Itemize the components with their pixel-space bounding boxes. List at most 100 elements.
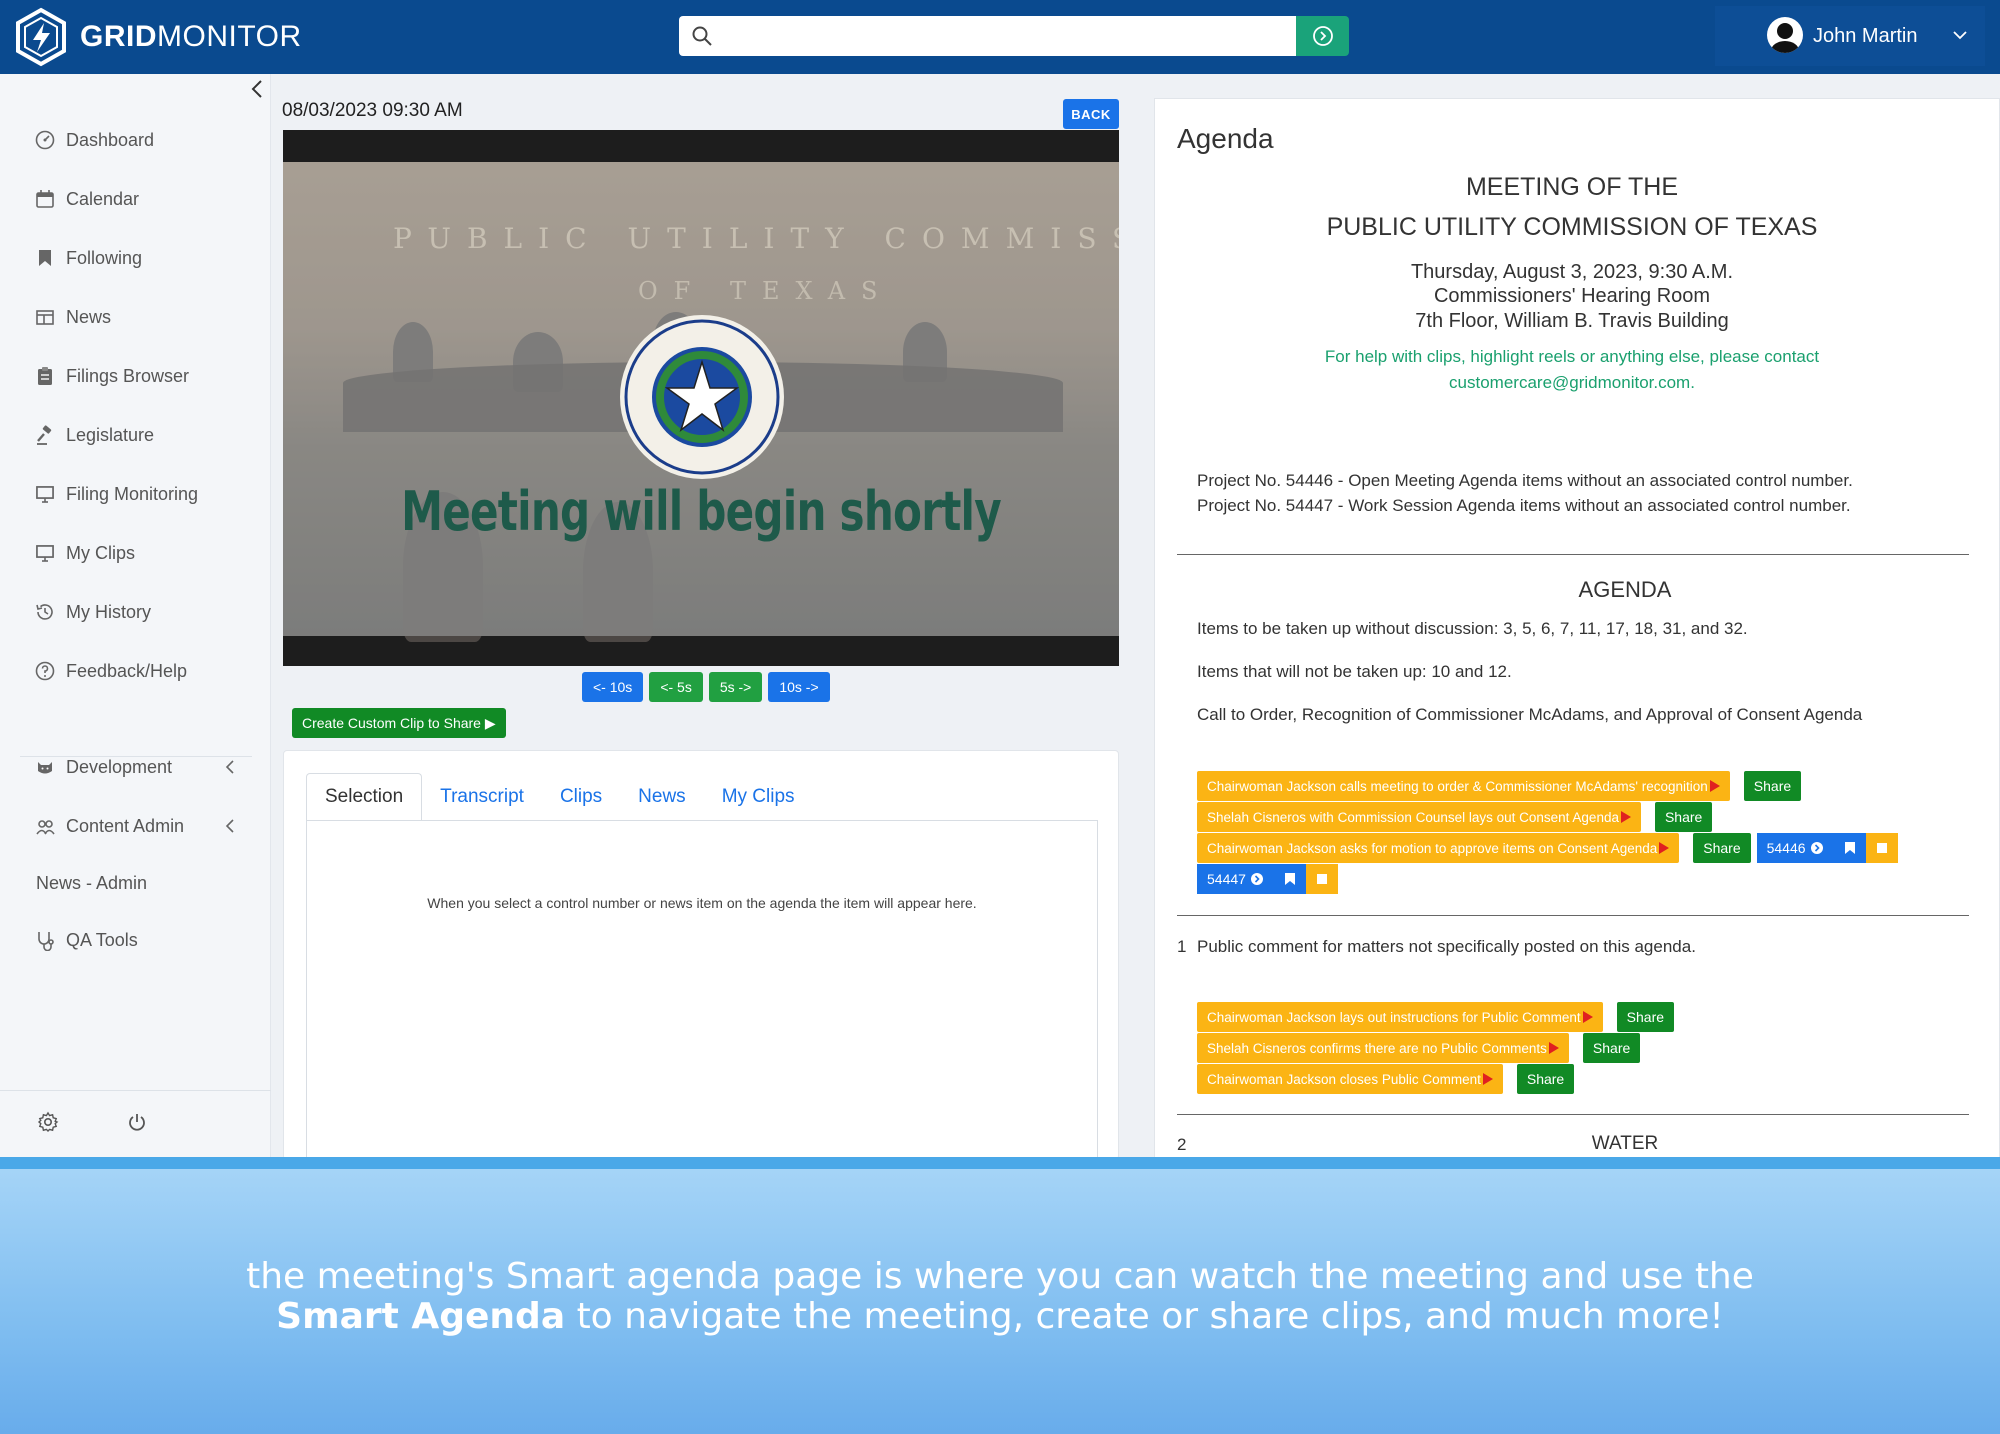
bookmark-button[interactable] bbox=[1833, 833, 1866, 863]
sidebar-item-news-admin[interactable]: News - Admin bbox=[36, 873, 147, 894]
skip-forward-10-button[interactable]: 10s -> bbox=[768, 672, 830, 702]
dashboard-icon bbox=[35, 130, 55, 150]
control-number-link[interactable]: 54446 bbox=[1756, 833, 1834, 863]
tab-transcript[interactable]: Transcript bbox=[422, 773, 542, 821]
agenda-section-heading: AGENDA bbox=[1578, 577, 1672, 602]
sidebar-item-label: Content Admin bbox=[66, 815, 185, 836]
monitor-icon bbox=[36, 486, 54, 503]
tab-clips[interactable]: Clips bbox=[542, 773, 620, 821]
sidebar-divider bbox=[20, 756, 252, 757]
search-submit-button[interactable] bbox=[1296, 16, 1349, 56]
arrow-circle-right-icon bbox=[1810, 842, 1823, 854]
help-email-link[interactable]: customercare@gridmonitor.com. bbox=[1177, 373, 1967, 393]
bookmark-button[interactable] bbox=[1273, 864, 1306, 894]
project-line-2: Project No. 54447 - Work Session Agenda … bbox=[1197, 496, 1851, 515]
meeting-title-line1: MEETING OF THE bbox=[1465, 173, 1679, 201]
sidebar-item-qa-tools[interactable]: QA Tools bbox=[34, 929, 138, 951]
sidebar-item-label: My Clips bbox=[66, 542, 136, 563]
share-button[interactable]: Share bbox=[1654, 802, 1713, 832]
agenda-divider bbox=[1177, 1114, 1969, 1115]
sidebar-collapse-icon[interactable] bbox=[248, 78, 266, 100]
sidebar-item-filing-monitoring[interactable]: Filing Monitoring bbox=[34, 483, 198, 505]
sidebar-item-label: Feedback/Help bbox=[66, 660, 188, 681]
agenda-clip[interactable]: Chairwoman Jackson asks for motion to ap… bbox=[1197, 833, 1680, 863]
clip-row: Chairwoman Jackson lays out instructions… bbox=[1197, 1002, 1675, 1032]
meeting-room: Commissioners' Hearing Room bbox=[1433, 285, 1711, 307]
chevron-left-icon[interactable] bbox=[222, 758, 238, 776]
power-icon[interactable] bbox=[126, 1111, 148, 1133]
skip-forward-5-button[interactable]: 5s -> bbox=[708, 672, 763, 702]
play-icon bbox=[1548, 1042, 1559, 1054]
share-button[interactable]: Share bbox=[1582, 1033, 1641, 1063]
meeting-date: Thursday, August 3, 2023, 9:30 A.M. bbox=[1410, 261, 1734, 283]
caption-banner: the meeting's Smart agenda page is where… bbox=[0, 1169, 2000, 1434]
sidebar-item-development[interactable]: Development bbox=[34, 756, 172, 778]
sidebar-footer bbox=[0, 1090, 271, 1160]
note-button[interactable] bbox=[1865, 833, 1898, 863]
sidebar-item-label: Development bbox=[66, 756, 173, 777]
brand-name: GRIDMONITOR bbox=[80, 20, 302, 53]
chevron-down-icon bbox=[1953, 31, 1967, 40]
skip-back-5-button[interactable]: <- 5s bbox=[649, 672, 703, 702]
sidebar-item-dashboard[interactable]: Dashboard bbox=[34, 129, 154, 151]
sidebar-item-news[interactable]: News bbox=[34, 306, 111, 328]
share-button[interactable]: Share bbox=[1743, 771, 1802, 801]
share-button[interactable]: Share bbox=[1616, 1002, 1675, 1032]
caption-text: the meeting's Smart agenda page is where… bbox=[246, 1256, 1754, 1337]
history-icon bbox=[36, 604, 53, 620]
tab-bar: Selection Transcript Clips News My Clips bbox=[306, 773, 813, 821]
top-bar: GRIDMONITOR John Martin bbox=[0, 0, 2000, 74]
control-number-link[interactable]: 54447 bbox=[1197, 864, 1274, 894]
caption-divider bbox=[0, 1157, 2000, 1169]
sidebar-item-filings-browser[interactable]: Filings Browser bbox=[34, 365, 189, 387]
user-name: John Martin bbox=[1813, 24, 1918, 47]
agenda-clip[interactable]: Shelah Cisneros confirms there are no Pu… bbox=[1197, 1033, 1569, 1063]
gear-icon[interactable] bbox=[37, 1111, 59, 1133]
bookmark-icon bbox=[1284, 873, 1295, 885]
note-button[interactable] bbox=[1305, 864, 1338, 894]
video-frame: PUBLIC UTILITY COMMISSION OF TEXAS Meeti… bbox=[283, 162, 1119, 642]
monitor-icon bbox=[36, 545, 54, 562]
sidebar-item-label: My History bbox=[66, 601, 151, 622]
user-silhouette-icon bbox=[1771, 23, 1799, 53]
avatar bbox=[1767, 17, 1803, 53]
call-to-order-item: Call to Order, Recognition of Commission… bbox=[1197, 705, 1863, 724]
clip-row: 54447 bbox=[1197, 864, 1338, 894]
share-button[interactable]: Share bbox=[1516, 1064, 1575, 1094]
sidebar-item-label: QA Tools bbox=[66, 929, 138, 950]
sidebar-item-feedback-help[interactable]: Feedback/Help bbox=[34, 660, 187, 682]
tab-news[interactable]: News bbox=[620, 773, 704, 821]
share-button[interactable]: Share bbox=[1693, 833, 1751, 863]
chevron-left-icon[interactable] bbox=[222, 817, 238, 835]
tab-my-clips[interactable]: My Clips bbox=[704, 773, 813, 821]
play-icon bbox=[1482, 1073, 1493, 1085]
agenda-clip[interactable]: Chairwoman Jackson closes Public Comment bbox=[1197, 1064, 1503, 1094]
no-discussion-items: Items to be taken up without discussion:… bbox=[1197, 619, 1748, 638]
agenda-clip[interactable]: Shelah Cisneros with Commission Counsel … bbox=[1197, 802, 1641, 832]
gridmonitor-logo-icon bbox=[16, 7, 66, 67]
agenda-divider bbox=[1177, 554, 1969, 555]
back-button[interactable]: BACK bbox=[1063, 99, 1119, 129]
sidebar-item-calendar[interactable]: Calendar bbox=[34, 188, 139, 210]
video-player[interactable]: PUBLIC UTILITY COMMISSION OF TEXAS Meeti… bbox=[283, 130, 1119, 666]
skip-back-10-button[interactable]: <- 10s bbox=[582, 672, 644, 702]
detail-tab-panel: Selection Transcript Clips News My Clips Whe… bbox=[283, 750, 1119, 1160]
sidebar-item-my-history[interactable]: My History bbox=[34, 601, 151, 623]
search-input[interactable] bbox=[679, 16, 1296, 56]
sidebar-item-my-clips[interactable]: My Clips bbox=[34, 542, 135, 564]
bookmark-icon bbox=[39, 250, 51, 266]
sidebar-item-following[interactable]: Following bbox=[34, 247, 142, 269]
sidebar-item-label: Following bbox=[66, 247, 143, 268]
sidebar-item-content-admin[interactable]: Content Admin bbox=[34, 815, 184, 837]
agenda-clip[interactable]: Chairwoman Jackson lays out instructions… bbox=[1197, 1002, 1603, 1032]
tab-selection[interactable]: Selection bbox=[306, 773, 423, 821]
brand-logo[interactable]: GRIDMONITOR bbox=[14, 6, 302, 68]
note-icon bbox=[1316, 874, 1327, 884]
agenda-clip[interactable]: Chairwoman Jackson calls meeting to orde… bbox=[1197, 771, 1730, 801]
user-menu[interactable]: John Martin bbox=[1715, 6, 1985, 66]
sidebar-item-label: Filings Browser bbox=[66, 365, 190, 386]
sidebar-item-legislature[interactable]: Legislature bbox=[34, 424, 154, 446]
meeting-title-line2: PUBLIC UTILITY COMMISSION OF TEXAS bbox=[1326, 213, 1818, 241]
create-custom-clip-button[interactable]: Create Custom Clip to Share ▶ bbox=[292, 708, 506, 738]
skip-controls: <- 10s <- 5s 5s -> 10s -> bbox=[582, 672, 830, 702]
